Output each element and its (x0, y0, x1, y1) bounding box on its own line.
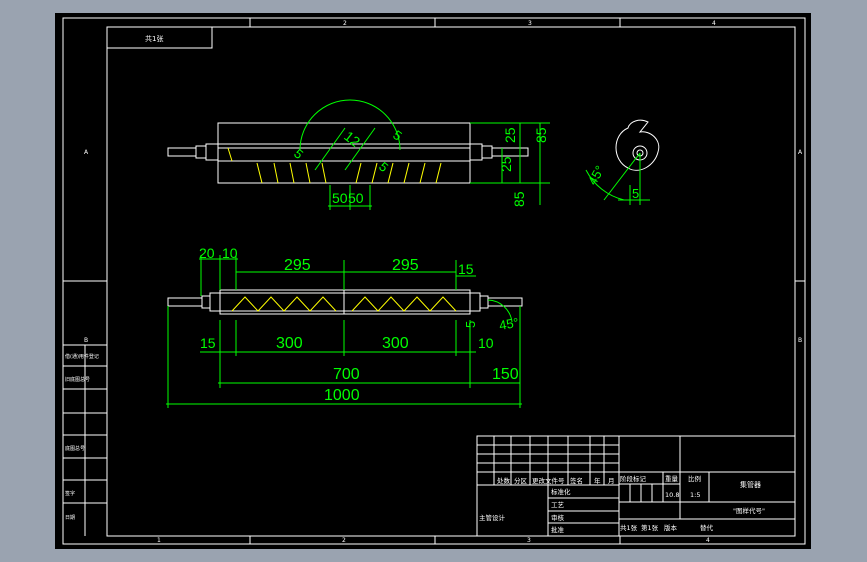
dim-15b: 15 (200, 335, 216, 351)
dim-1000: 1000 (324, 387, 360, 404)
drawing-code: "图样代号" (733, 506, 765, 515)
scale-value: 1:5 (690, 491, 700, 499)
cad-drawing-sheet: 2 3 4 1 2 3 4 A B A B 共1张 借(通)用件登记 旧底图总号… (55, 13, 811, 549)
header-sign: 签名 (570, 476, 583, 485)
row-standard: 标准化 (551, 487, 571, 496)
row-process: 工艺 (551, 501, 565, 509)
footer-version: 版本 (664, 523, 678, 532)
row-review: 审核 (551, 513, 565, 522)
side-label-old-base: 旧底图总号 (65, 376, 90, 383)
dim-150: 150 (492, 366, 519, 383)
dim-295b: 295 (392, 257, 419, 274)
header-zone: 分区 (514, 476, 528, 485)
dim-295a: 295 (284, 257, 311, 274)
dim-85a: 85 (533, 127, 549, 143)
zone-right-b: B (798, 337, 802, 344)
header-count: 处数 (497, 476, 511, 485)
zone-bottom-2: 2 (342, 537, 346, 544)
zone-top-4: 4 (712, 20, 716, 27)
dim-25a: 25 (502, 127, 518, 143)
side-label-sign: 签字 (65, 490, 75, 497)
dim-300b: 300 (382, 335, 409, 352)
dim-section-5: 5 (632, 186, 639, 201)
header-stage: 阶段标记 (620, 474, 647, 483)
dim-50a: 50 (332, 190, 348, 206)
dim-300a: 300 (276, 335, 303, 352)
zone-top-2: 2 (343, 20, 347, 27)
dim-15a: 15 (458, 261, 474, 277)
header-scale: 比例 (688, 474, 701, 483)
dim-5-front: 5 (463, 321, 478, 328)
zone-bottom-3: 3 (527, 537, 531, 544)
dim-20: 20 (199, 245, 215, 261)
dim-10b: 10 (478, 335, 494, 351)
weight-value: 10.8 (665, 491, 679, 499)
row-designer: 主管设计 (479, 513, 506, 522)
side-label-borrow: 借(通)用件登记 (65, 353, 99, 360)
tag-box-text: 共1张 (145, 34, 163, 43)
header-year: 年 (594, 476, 601, 485)
zone-bottom-1: 1 (157, 537, 161, 544)
dim-50b: 50 (348, 190, 364, 206)
paper (55, 13, 811, 549)
side-label-date: 日期 (65, 515, 75, 521)
dim-10a: 10 (222, 245, 238, 261)
dim-85b: 85 (511, 191, 527, 207)
zone-top-3: 3 (528, 20, 532, 27)
footer-replace: 替代 (700, 523, 714, 532)
footer-total-sheets: 共1张 (620, 523, 638, 532)
header-weight: 重量 (665, 475, 679, 483)
zone-bottom-4: 4 (706, 537, 710, 544)
zone-left-b: B (84, 337, 88, 344)
dim-700: 700 (333, 366, 360, 383)
side-label-base: 底图总号 (65, 445, 85, 452)
row-approve: 批准 (551, 525, 565, 534)
header-change-doc: 更改文件号 (532, 476, 565, 485)
header-month: 月 (608, 477, 615, 485)
part-name: 集管器 (740, 480, 761, 489)
footer-sheet-no: 第1张 (641, 523, 659, 532)
dim-25b: 25 (498, 156, 514, 172)
